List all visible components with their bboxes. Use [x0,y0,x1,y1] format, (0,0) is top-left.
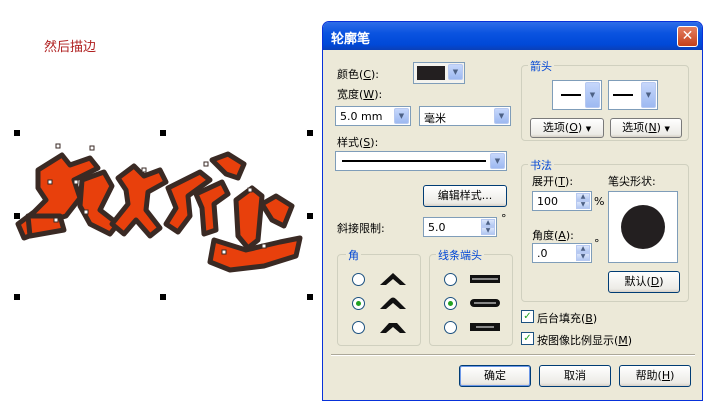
stretch-label: 展开(T): [532,175,574,188]
cancel-button[interactable]: 取消 [539,365,611,387]
corner-round-radio[interactable] [352,297,365,310]
stretch-input[interactable]: 100 ▲ ▼ [532,191,592,211]
color-picker[interactable]: ▼ [413,62,465,84]
angle-label: 角度(A): [532,229,574,242]
scale-with-image-label: 按图像比例显示(M) [537,334,633,347]
behind-fill-label: 后台填充(B) [537,312,598,325]
chevron-down-icon[interactable]: ▼ [585,82,600,108]
miter-limit-label: 斜接限制: [337,222,385,235]
canvas-caption: 然后描边 [44,40,97,55]
spin-down-icon[interactable]: ▼ [481,227,495,235]
round-corner-icon [380,297,406,309]
calligraphy-artwork[interactable] [0,120,312,310]
nib-shape-preview[interactable] [608,191,678,263]
miter-corner-icon [380,273,406,285]
angle-unit: ° [594,237,600,250]
miter-unit: ° [501,212,507,225]
arrow-line-preview [613,94,633,96]
dialog-title: 轮廓笔 [331,32,371,47]
angle-value: .0 [537,247,548,260]
scale-with-image-checkbox[interactable]: ✓ [521,332,534,345]
color-label: 颜色(C): [337,68,379,81]
width-select[interactable]: 5.0 mm ▼ [335,106,411,126]
corners-group: 角 [337,247,421,346]
nib-shape-label: 笔尖形状: [608,175,656,188]
unit-select[interactable]: 毫米 ▼ [419,106,511,126]
line-caps-group: 线条端头 [429,247,513,346]
spin-up-icon[interactable]: ▲ [576,245,590,253]
arrow-options-left-button[interactable]: 选项(O) ▼ [530,118,604,138]
spin-down-icon[interactable]: ▼ [576,253,590,261]
arrow-options-right-button[interactable]: 选项(N) ▼ [610,118,682,138]
dialog-titlebar[interactable]: 轮廓笔 ✕ [323,22,702,50]
stretch-unit: % [594,195,605,208]
start-arrow-select[interactable]: ▼ [552,80,602,110]
corner-miter-radio[interactable] [352,273,365,286]
spin-down-icon[interactable]: ▼ [576,201,590,209]
calligraphy-title: 书法 [528,157,554,173]
chevron-down-icon[interactable]: ▼ [394,108,409,124]
miter-limit-value: 5.0 [428,221,446,234]
dropdown-arrow-icon: ▼ [664,125,670,133]
line-style-preview [342,160,486,162]
square-cap-icon [470,323,500,331]
edit-style-button[interactable]: 编辑样式... [423,185,507,207]
miter-limit-input[interactable]: 5.0 ▲ ▼ [423,217,497,237]
cap-butt-radio[interactable] [444,273,457,286]
butt-cap-icon [470,275,500,283]
round-cap-icon [470,299,500,307]
corners-title: 角 [346,247,361,263]
width-label: 宽度(W): [337,88,383,101]
spin-up-icon[interactable]: ▲ [481,219,495,227]
arrow-line-preview [561,94,581,96]
corner-bevel-radio[interactable] [352,321,365,334]
chevron-down-icon[interactable]: ▼ [641,82,656,108]
unit-value: 毫米 [424,112,446,125]
outline-pen-dialog: 轮廓笔 ✕ 颜色(C): ▼ 宽度(W): 5.0 mm ▼ 毫米 ▼ 样式(S… [322,21,703,401]
style-select[interactable]: ▼ [335,151,507,171]
spin-up-icon[interactable]: ▲ [576,193,590,201]
calligraphy-group: 书法 展开(T): 100 ▲ ▼ % 角度(A): .0 ▲ ▼ ° 笔尖形状… [521,157,689,302]
width-value: 5.0 mm [340,110,383,123]
arrows-title: 箭头 [528,58,554,74]
chevron-down-icon[interactable]: ▼ [448,64,463,80]
line-caps-title: 线条端头 [436,247,484,263]
ok-button[interactable]: 确定 [459,365,531,387]
bevel-corner-icon [380,323,406,333]
help-button[interactable]: 帮助(H) [619,365,691,387]
behind-fill-checkbox[interactable]: ✓ [521,310,534,323]
chevron-down-icon[interactable]: ▼ [490,153,505,169]
color-swatch [417,66,445,80]
cap-round-radio[interactable] [444,297,457,310]
button-separator [331,354,695,356]
end-arrow-select[interactable]: ▼ [608,80,658,110]
style-label: 样式(S): [337,136,379,149]
chevron-down-icon[interactable]: ▼ [494,108,509,124]
default-button[interactable]: 默认(D) [608,271,680,293]
arrows-group: 箭头 ▼ ▼ 选项(O) ▼ 选项(N) ▼ [521,58,689,141]
angle-input[interactable]: .0 ▲ ▼ [532,243,592,263]
cap-square-radio[interactable] [444,321,457,334]
dropdown-arrow-icon: ▼ [585,125,592,133]
nib-circle-icon [621,205,665,249]
close-icon[interactable]: ✕ [677,26,698,47]
stretch-value: 100 [537,195,558,208]
